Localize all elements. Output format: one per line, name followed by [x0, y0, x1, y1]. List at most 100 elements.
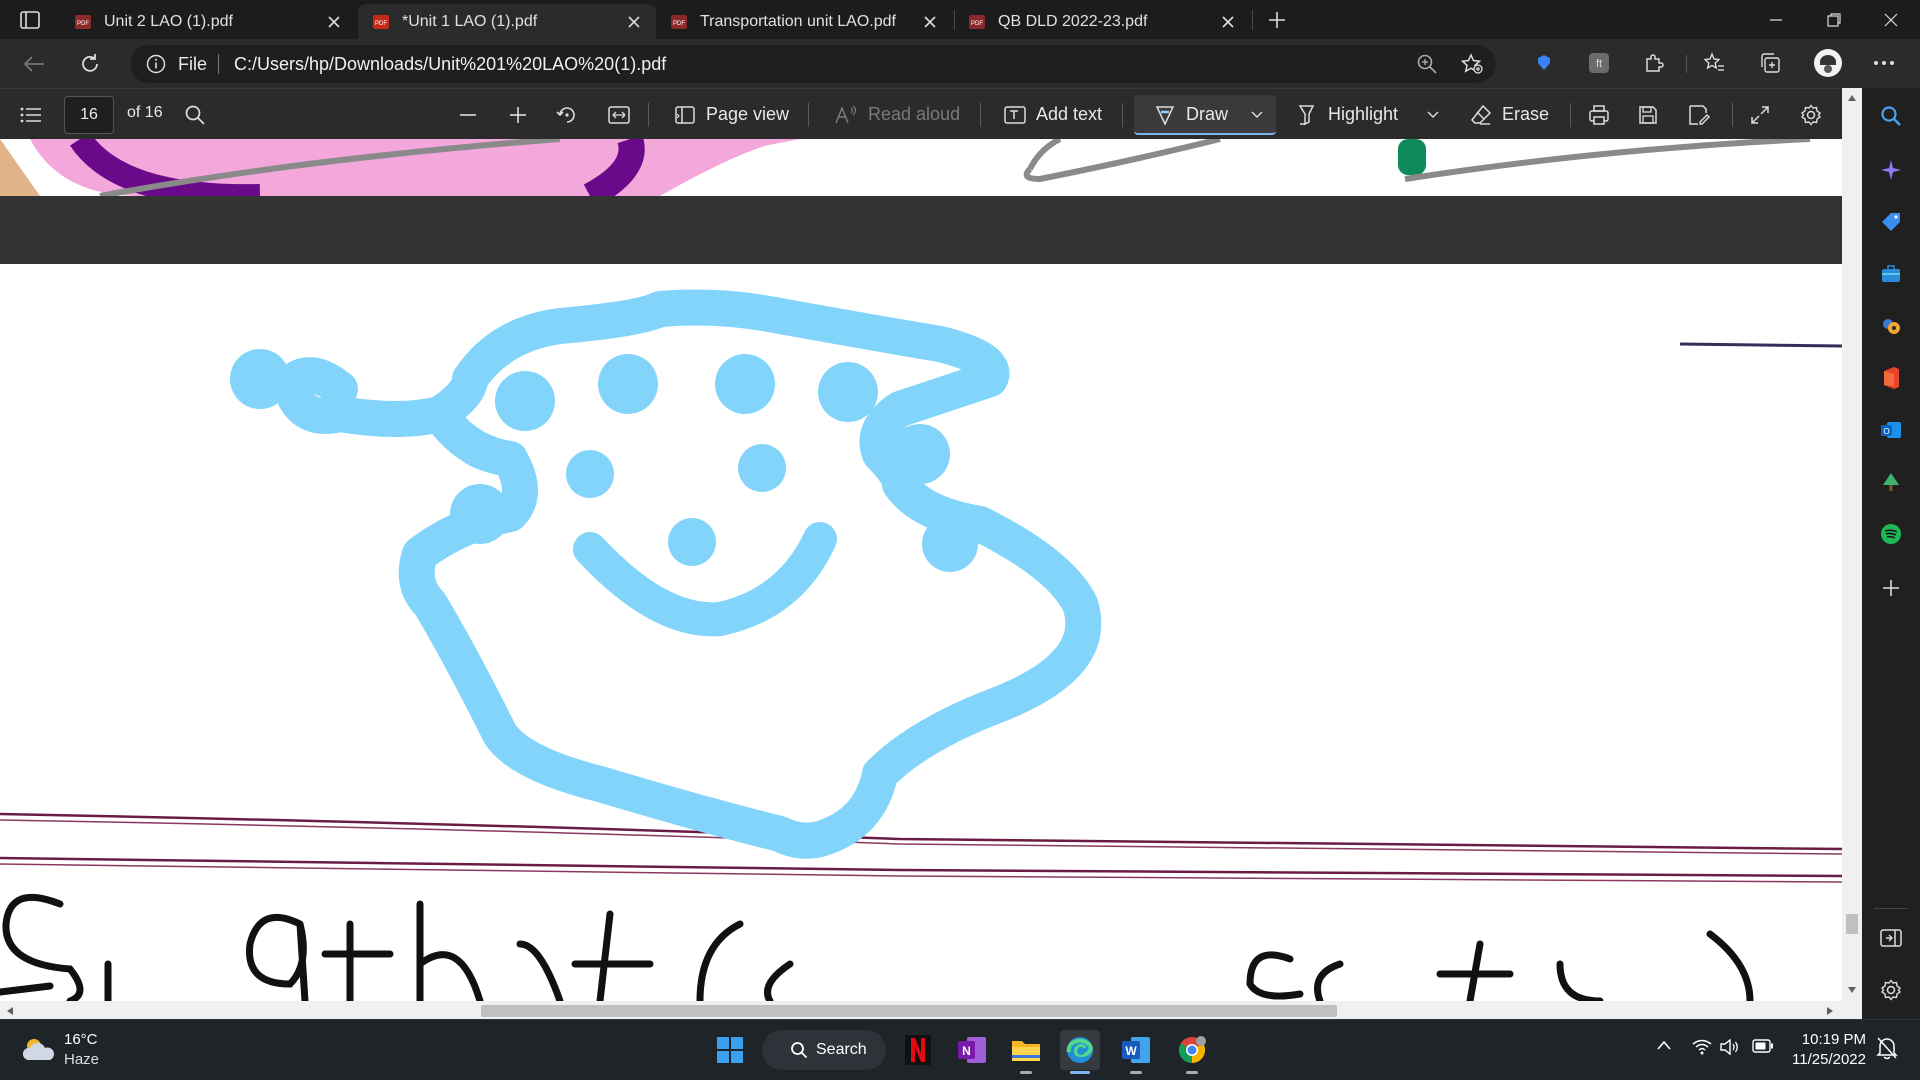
print-icon[interactable]: [1588, 89, 1620, 140]
close-icon[interactable]: [1216, 10, 1240, 34]
games-icon[interactable]: [1877, 312, 1905, 340]
horizontal-scrollbar[interactable]: [0, 1001, 1862, 1019]
page-number-input[interactable]: 16: [64, 96, 114, 134]
battery-icon[interactable]: [1752, 1039, 1774, 1053]
word-icon[interactable]: W: [1116, 1030, 1156, 1074]
extension-app-icon[interactable]: ft: [1585, 49, 1613, 77]
highlight-options-chevron-icon[interactable]: [1426, 89, 1450, 140]
taskbar-search-button[interactable]: Search: [762, 1030, 886, 1070]
page-view-button[interactable]: Page view: [674, 89, 789, 140]
add-favorite-icon[interactable]: [1460, 53, 1484, 75]
tab-title: Unit 2 LAO (1).pdf: [104, 12, 233, 30]
back-button[interactable]: [16, 46, 52, 82]
edge-browser-icon[interactable]: [1060, 1030, 1100, 1074]
fit-width-icon[interactable]: [608, 89, 640, 140]
edge-sidebar: O: [1862, 88, 1920, 1019]
minimize-button[interactable]: [1747, 0, 1805, 39]
erase-label: Erase: [1502, 104, 1550, 124]
fullscreen-icon[interactable]: [1750, 89, 1780, 140]
extension-shield-icon[interactable]: [1530, 49, 1558, 77]
drop-tree-icon[interactable]: [1877, 468, 1905, 496]
profile-avatar[interactable]: [1812, 47, 1844, 79]
zoom-out-button[interactable]: [458, 89, 488, 140]
pdf-file-icon: PDF: [373, 14, 389, 29]
save-icon[interactable]: [1638, 89, 1668, 140]
read-aloud-button[interactable]: Read aloud: [834, 89, 960, 140]
vertical-scrollbar[interactable]: [1842, 88, 1862, 1001]
scroll-down-icon[interactable]: [1847, 986, 1857, 994]
contents-icon[interactable]: [20, 89, 52, 140]
hide-sidebar-icon[interactable]: [1877, 924, 1905, 952]
tab-unit2[interactable]: PDF Unit 2 LAO (1).pdf: [60, 4, 356, 39]
chevron-up-icon[interactable]: [1656, 1039, 1672, 1051]
settings-more-icon[interactable]: [1870, 49, 1898, 77]
pdf-settings-gear-icon[interactable]: [1800, 89, 1832, 140]
favorites-icon[interactable]: [1700, 49, 1728, 77]
system-clock[interactable]: 10:19 PM 11/25/2022: [1782, 1030, 1866, 1070]
discover-sparkle-icon[interactable]: [1877, 156, 1905, 184]
zoom-in-button[interactable]: [508, 89, 538, 140]
pdf-file-icon: PDF: [75, 14, 91, 29]
close-icon[interactable]: [322, 10, 346, 34]
erase-button[interactable]: Erase: [1470, 89, 1549, 140]
add-sidebar-app-icon[interactable]: [1877, 574, 1905, 602]
weather-widget[interactable]: 16°C Haze: [20, 1030, 99, 1070]
volume-icon[interactable]: [1720, 1039, 1740, 1055]
url-text[interactable]: C:/Users/hp/Downloads/Unit%201%20LAO%20(…: [234, 54, 666, 75]
previous-page: [0, 139, 1842, 196]
scroll-left-icon[interactable]: [6, 1006, 14, 1016]
collections-icon[interactable]: [1756, 49, 1784, 77]
tab-transportation[interactable]: PDF Transportation unit LAO.pdf: [656, 4, 952, 39]
tab-qb-dld[interactable]: PDF QB DLD 2022-23.pdf: [954, 4, 1250, 39]
close-icon[interactable]: [918, 10, 942, 34]
find-icon[interactable]: [184, 89, 216, 140]
info-icon[interactable]: [146, 54, 166, 74]
svg-text:O: O: [1883, 427, 1889, 436]
close-icon[interactable]: [622, 10, 646, 34]
rotate-icon[interactable]: [556, 89, 588, 140]
horizontal-scroll-thumb[interactable]: [481, 1005, 1337, 1017]
search-icon: [791, 1042, 808, 1059]
new-tab-button[interactable]: [1262, 6, 1292, 34]
onenote-icon[interactable]: N: [952, 1030, 992, 1070]
svg-text:PDF: PDF: [971, 21, 983, 27]
svg-text:PDF: PDF: [77, 21, 89, 27]
scroll-up-icon[interactable]: [1847, 94, 1857, 102]
draw-button[interactable]: Draw: [1154, 89, 1228, 140]
file-explorer-icon[interactable]: [1006, 1030, 1046, 1074]
page-drawing: [0, 289, 1842, 1001]
navigation-bar: File C:/Users/hp/Downloads/Unit%201%20LA…: [0, 39, 1920, 88]
notification-bell-icon[interactable]: [1876, 1036, 1898, 1060]
scroll-right-icon[interactable]: [1826, 1006, 1834, 1016]
document-viewport[interactable]: [0, 139, 1842, 1001]
search-icon[interactable]: [1877, 102, 1905, 130]
save-as-icon[interactable]: [1688, 89, 1720, 140]
add-text-button[interactable]: Add text: [1004, 89, 1102, 140]
address-bar[interactable]: File C:/Users/hp/Downloads/Unit%201%20LA…: [130, 45, 1496, 83]
chrome-icon[interactable]: [1172, 1030, 1212, 1074]
shopping-tag-icon[interactable]: [1877, 208, 1905, 236]
vertical-scroll-thumb[interactable]: [1846, 914, 1858, 934]
refresh-button[interactable]: [72, 46, 108, 82]
restore-button[interactable]: [1805, 0, 1863, 39]
tab-title: Transportation unit LAO.pdf: [700, 12, 896, 30]
wifi-icon[interactable]: [1692, 1039, 1712, 1055]
pdf-file-icon: PDF: [969, 14, 985, 29]
tab-unit1[interactable]: PDF *Unit 1 LAO (1).pdf: [358, 4, 656, 39]
start-button[interactable]: [710, 1030, 750, 1070]
tools-briefcase-icon[interactable]: [1877, 260, 1905, 288]
office-icon[interactable]: [1877, 364, 1905, 392]
close-window-button[interactable]: [1862, 0, 1920, 39]
spotify-icon[interactable]: [1877, 520, 1905, 548]
tab-actions-icon[interactable]: [14, 7, 46, 33]
weather-cloud-icon: [22, 1039, 54, 1060]
sidebar-settings-gear-icon[interactable]: [1877, 976, 1905, 1004]
draw-options-chevron-icon[interactable]: [1250, 89, 1274, 140]
highlight-button[interactable]: Highlight: [1296, 89, 1398, 140]
netflix-icon[interactable]: [898, 1030, 938, 1070]
extensions-puzzle-icon[interactable]: [1640, 49, 1668, 77]
zoom-icon[interactable]: [1416, 53, 1438, 75]
pdf-file-icon: PDF: [671, 14, 687, 29]
draw-label: Draw: [1186, 104, 1229, 124]
outlook-icon[interactable]: O: [1877, 416, 1905, 444]
